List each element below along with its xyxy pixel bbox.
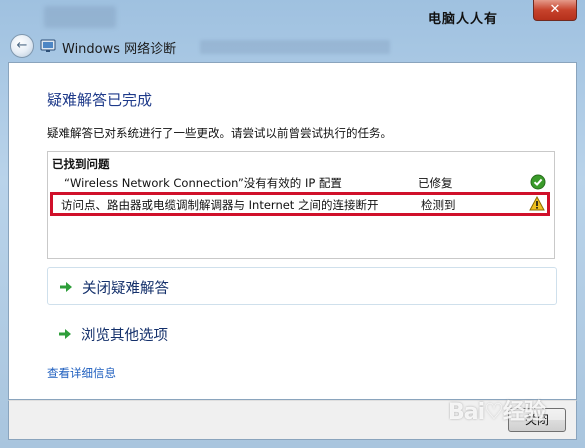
back-arrow-icon: ← — [16, 38, 28, 53]
problems-header: 已找到问题 — [52, 157, 110, 171]
watermark-text: 电脑人人有 — [428, 12, 499, 27]
problems-found-panel: 已找到问题 “Wireless Network Connection”没有有效的… — [47, 151, 555, 259]
content-pane: 疑难解答已完成 疑难解答已对系统进行了一些更改。请尝试以前曾尝试执行的任务。 已… — [8, 62, 577, 400]
green-arrow-icon — [59, 329, 71, 339]
command-label: 浏览其他选项 — [81, 328, 168, 344]
problem-row-highlighted: 访问点、路由器或电缆调制解调器与 Internet 之间的连接断开 检测到 — [50, 192, 550, 216]
blurred-title-area — [44, 6, 116, 28]
check-icon — [530, 174, 546, 190]
problem-status: 检测到 — [421, 198, 456, 212]
problem-row: “Wireless Network Connection”没有有效的 IP 配置… — [48, 172, 554, 192]
navigation-bar: ← Windows 网络诊断 — [8, 32, 577, 62]
problem-text: 访问点、路由器或电缆调制解调器与 Internet 之间的连接断开 — [61, 198, 379, 212]
page-title: 疑难解答已完成 — [47, 91, 153, 109]
baidu-watermark-logo: Bai♡经验 — [448, 400, 546, 425]
network-diagnostics-icon — [40, 39, 56, 52]
window-frame: 电脑人人有 ✕ ← Windows 网络诊断 疑难解答已完成 疑难解答已对系统进… — [0, 0, 585, 448]
close-troubleshooter-command[interactable]: 关闭疑难解答 — [47, 267, 557, 305]
warning-icon — [529, 196, 545, 211]
result-description: 疑难解答已对系统进行了一些更改。请尝试以前曾尝试执行的任务。 — [47, 126, 392, 140]
back-button[interactable]: ← — [10, 34, 34, 58]
problem-status: 已修复 — [418, 176, 453, 190]
command-label: 关闭疑难解答 — [82, 281, 169, 297]
window-close-button[interactable]: ✕ — [533, 0, 577, 21]
problem-text: “Wireless Network Connection”没有有效的 IP 配置 — [64, 176, 342, 190]
green-arrow-icon — [60, 282, 72, 292]
explore-other-options-command[interactable]: 浏览其他选项 — [47, 315, 557, 353]
view-details-link[interactable]: 查看详细信息 — [47, 365, 116, 381]
window-title: Windows 网络诊断 — [62, 42, 177, 57]
